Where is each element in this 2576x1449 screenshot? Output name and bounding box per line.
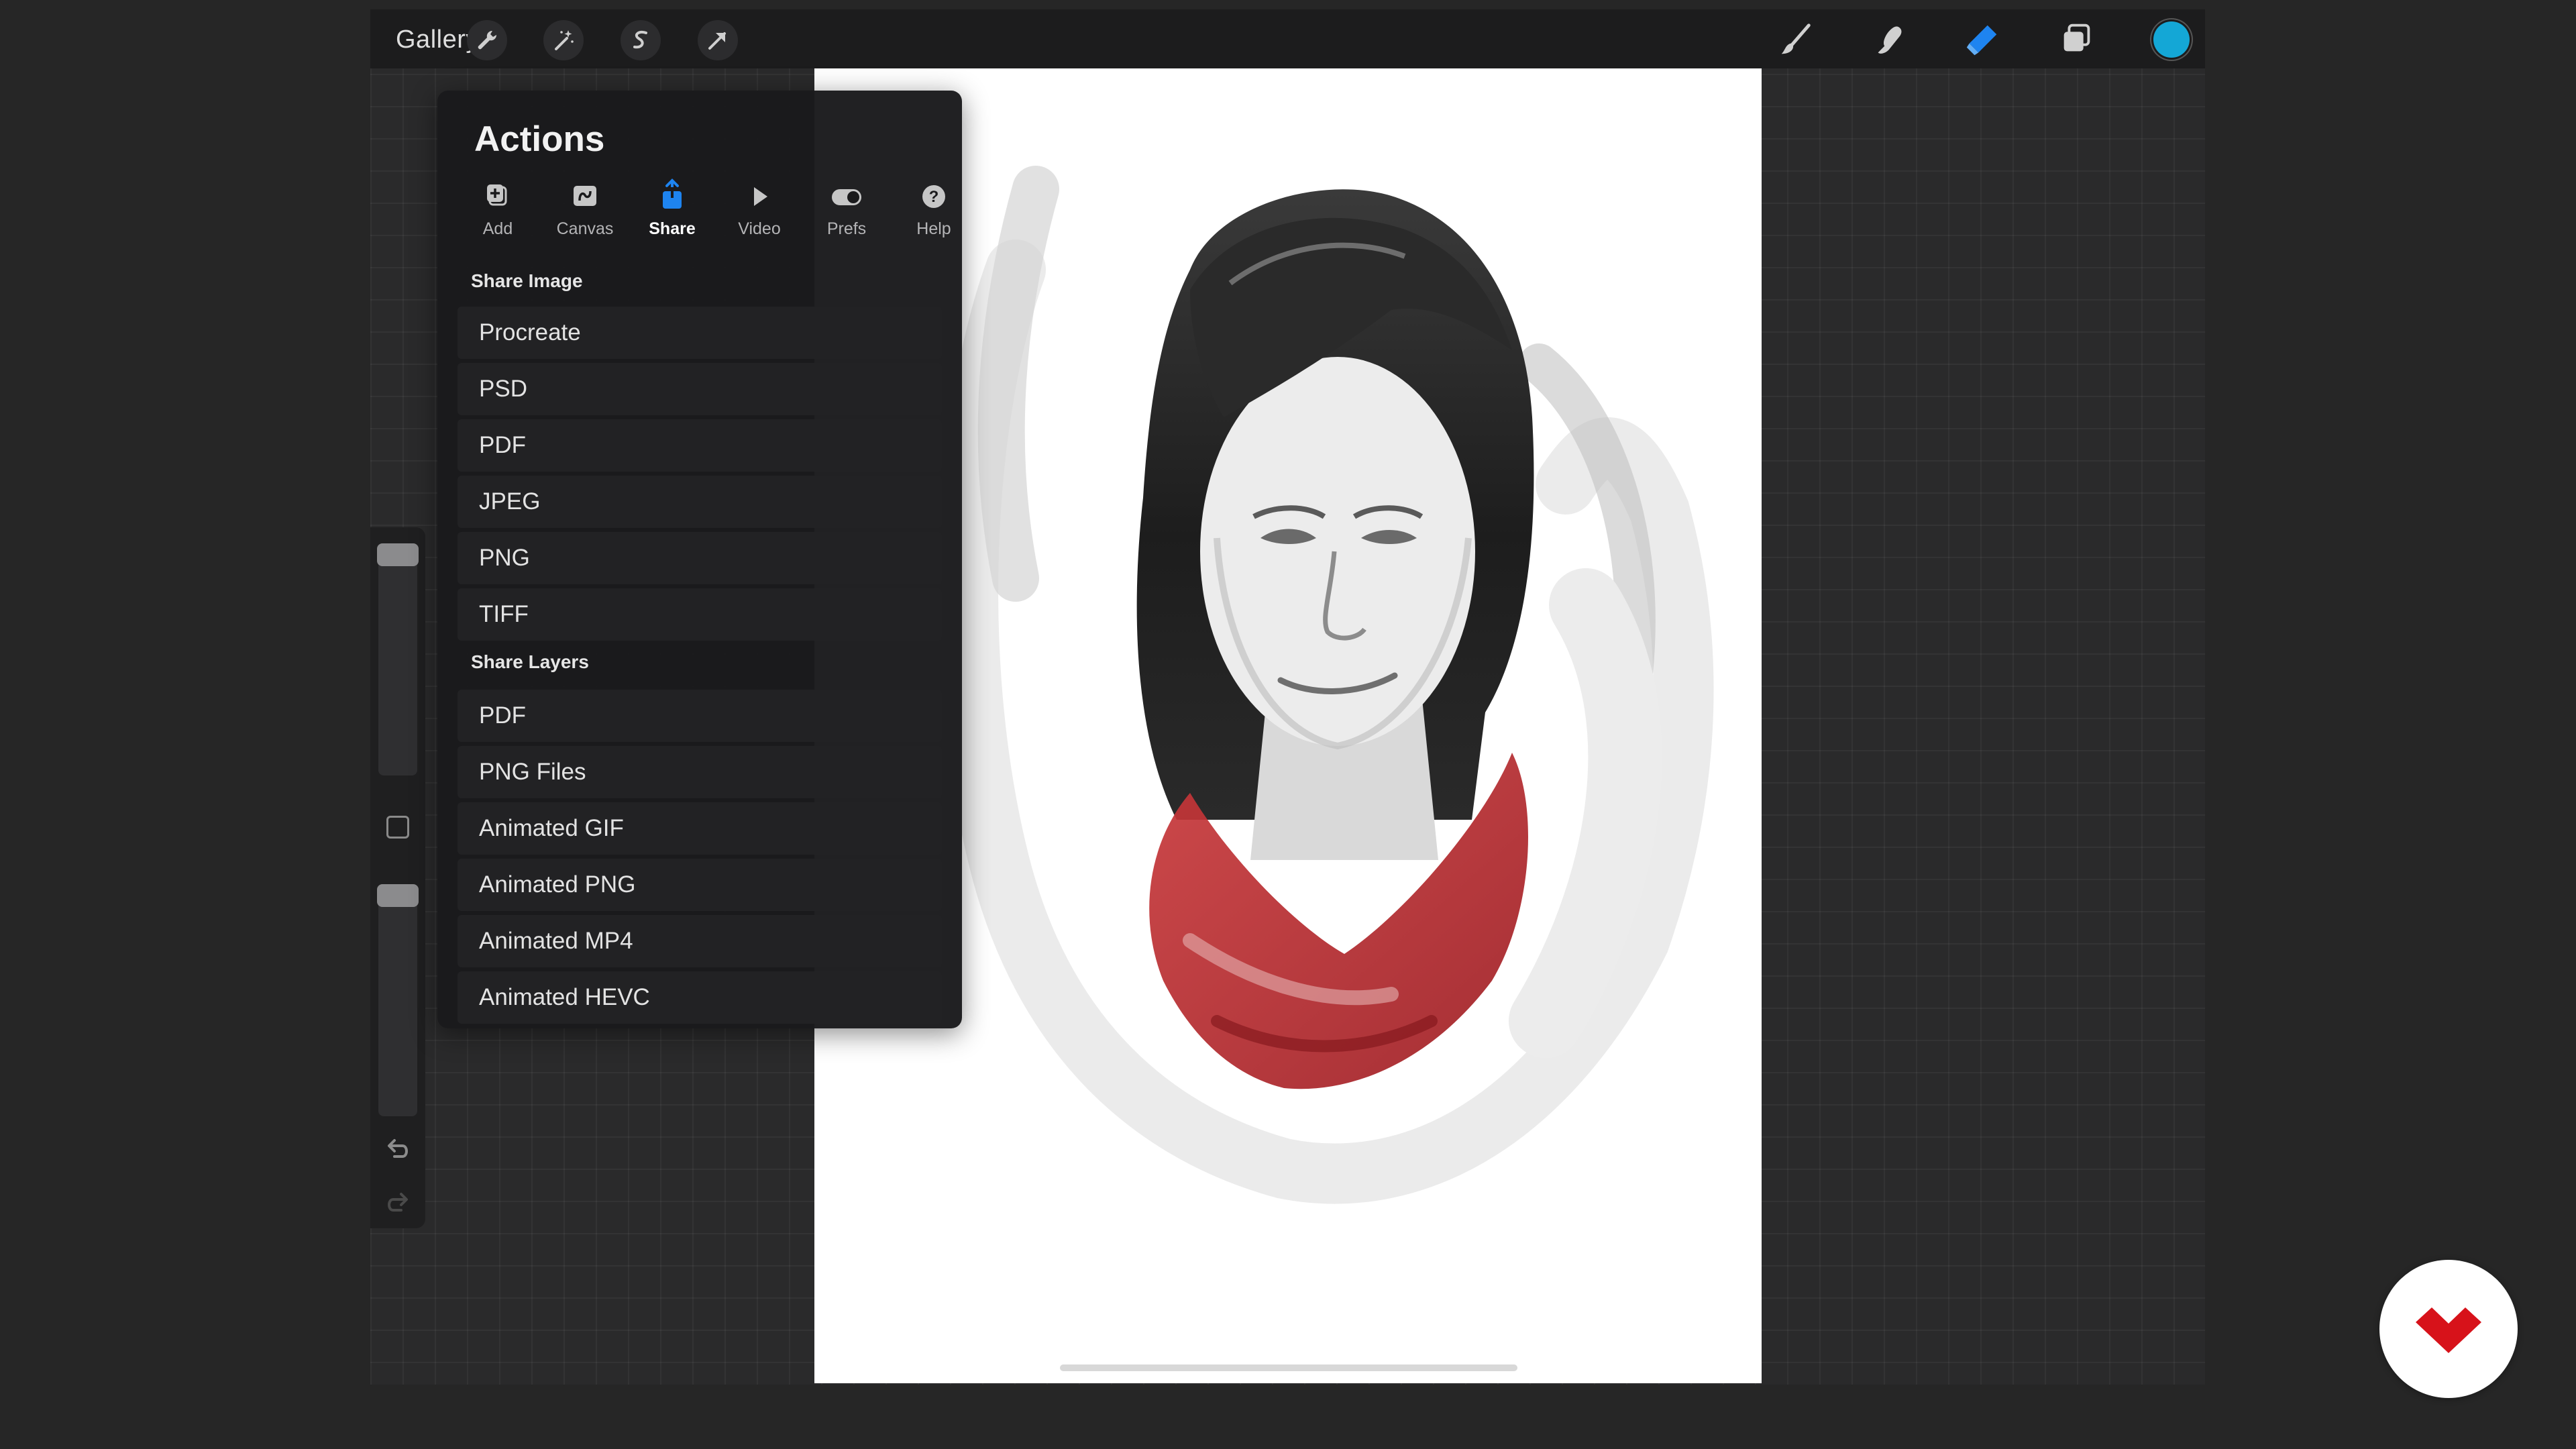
tab-canvas[interactable]: Canvas [545, 178, 625, 252]
share-layers-pdf[interactable]: PDF [458, 690, 942, 742]
channel-logo [2379, 1260, 2518, 1398]
wrench-icon [478, 30, 497, 50]
transform-button[interactable] [698, 20, 738, 60]
actions-panel: Actions Add Canvas Share Video Prefs ? H… [437, 91, 962, 1028]
share-image-heading: Share Image [471, 270, 583, 291]
smudge-button[interactable] [1868, 17, 1912, 62]
share-layers-heading: Share Layers [471, 651, 589, 672]
redo-arrow-icon[interactable] [384, 1190, 412, 1218]
top-toolbar: Gallery [370, 9, 2205, 68]
opacity-slider[interactable] [377, 884, 419, 1116]
share-image-procreate[interactable]: Procreate [458, 307, 942, 359]
share-layers-animated-mp4[interactable]: Animated MP4 [458, 915, 942, 967]
selection-button[interactable] [621, 20, 661, 60]
layers-button[interactable] [2055, 17, 2099, 62]
left-sidebar [370, 527, 425, 1228]
actions-tabs: Add Canvas Share Video Prefs ? Help [458, 178, 951, 252]
opacity-slider-thumb[interactable] [377, 884, 419, 907]
actions-title: Actions [474, 119, 605, 159]
procreate-app: Gallery Actions Add Canvas Share Video P… [370, 9, 2205, 1385]
help-icon: ? [922, 185, 945, 208]
play-icon [754, 187, 767, 206]
tab-prefs[interactable]: Prefs [806, 178, 887, 252]
home-indicator [1060, 1364, 1517, 1371]
share-icon [663, 178, 682, 209]
selection-icon [633, 30, 647, 49]
share-layers-animated-hevc[interactable]: Animated HEVC [458, 971, 942, 1024]
share-layers-animated-png[interactable]: Animated PNG [458, 859, 942, 911]
eraser-button[interactable] [1960, 17, 2004, 62]
tab-add[interactable]: Add [458, 178, 538, 252]
actions-wrench-button[interactable] [467, 20, 507, 60]
tab-help[interactable]: ? Help [894, 178, 974, 252]
share-image-jpeg[interactable]: JPEG [458, 476, 942, 528]
share-layers-png-files[interactable]: PNG Files [458, 746, 942, 798]
brush-button[interactable] [1774, 17, 1818, 62]
share-image-pdf[interactable]: PDF [458, 419, 942, 472]
adjustments-button[interactable] [543, 20, 584, 60]
undo-arrow-icon[interactable] [384, 1136, 412, 1165]
toggle-icon [832, 189, 861, 205]
magic-wand-icon [555, 30, 574, 50]
brush-size-slider-thumb[interactable] [377, 543, 419, 566]
transform-arrow-icon [708, 32, 726, 50]
layers-icon [2063, 23, 2090, 52]
svg-text:?: ? [929, 188, 939, 206]
brush-icon [1781, 23, 1811, 54]
canvas-icon [574, 186, 596, 206]
color-picker-button[interactable] [2153, 21, 2190, 58]
share-image-png[interactable]: PNG [458, 532, 942, 584]
tab-video[interactable]: Video [719, 178, 800, 252]
red-heart-logo-icon [2416, 1307, 2481, 1353]
brush-size-slider[interactable] [377, 543, 419, 775]
share-layers-animated-gif[interactable]: Animated GIF [458, 802, 942, 855]
smudge-icon [1878, 26, 1902, 54]
eraser-icon [1966, 25, 1997, 56]
share-image-psd[interactable]: PSD [458, 363, 942, 415]
share-image-tiff[interactable]: TIFF [458, 588, 942, 641]
add-icon [487, 184, 507, 206]
modify-button[interactable] [386, 816, 409, 839]
tab-share[interactable]: Share [632, 178, 712, 252]
